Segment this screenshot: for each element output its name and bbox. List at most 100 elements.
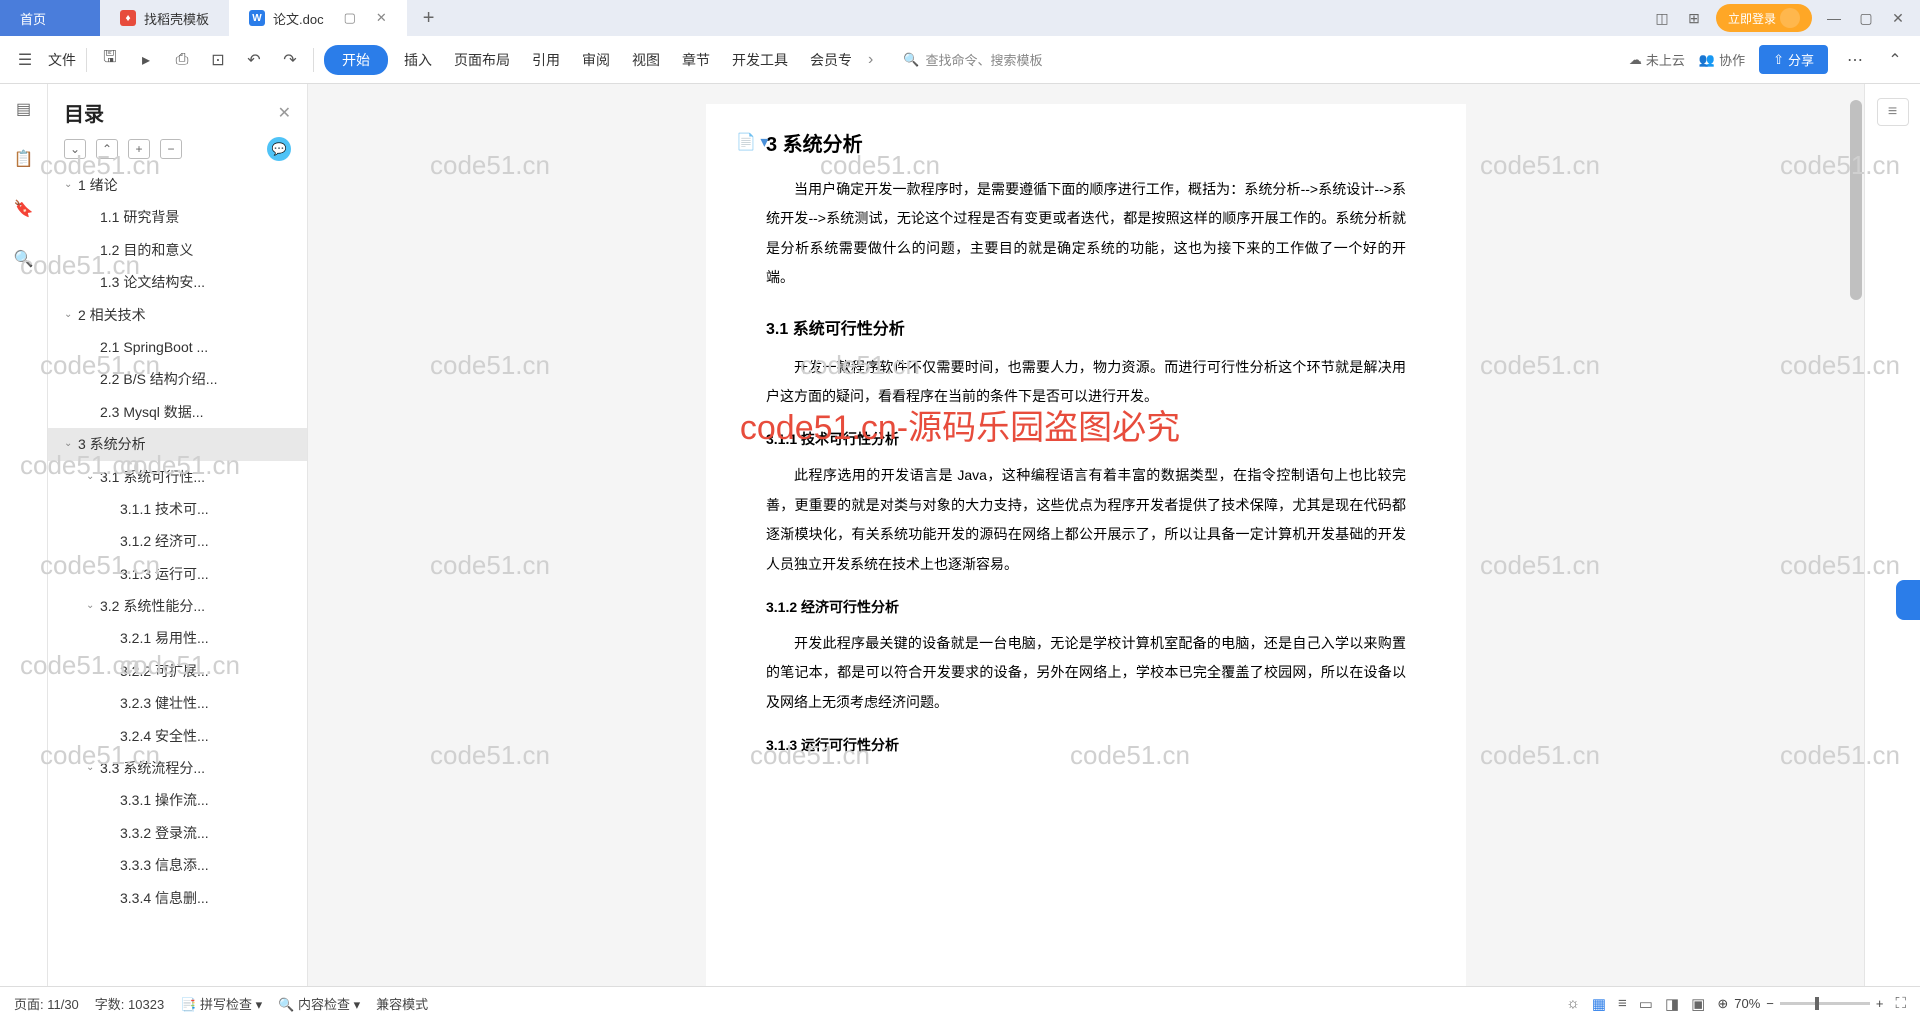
- new-icon[interactable]: ▸: [133, 47, 159, 73]
- toc-item[interactable]: 2.1 SpringBoot ...: [48, 331, 307, 363]
- left-rail: ▤ 📋 🔖 🔍: [0, 84, 48, 986]
- view-full-icon[interactable]: ▣: [1691, 995, 1705, 1013]
- compat-mode[interactable]: 兼容模式: [376, 994, 428, 1013]
- view-read-icon[interactable]: ◨: [1665, 995, 1679, 1013]
- search-placeholder: 查找命令、搜索模板: [926, 50, 1043, 69]
- toc-item[interactable]: ⌄3.1 系统可行性...: [48, 461, 307, 493]
- page-indicator[interactable]: 页面: 11/30: [14, 994, 79, 1013]
- toc-item[interactable]: 1.1 研究背景: [48, 201, 307, 233]
- ribbon-reference[interactable]: 引用: [526, 50, 566, 70]
- document-viewport[interactable]: 📄 ▾ 3 系统分析 当用户确定开发一款程序时，是需要遵循下面的顺序进行工作，概…: [308, 84, 1864, 986]
- toc-item[interactable]: 3.3.3 信息添...: [48, 849, 307, 881]
- cloud-status[interactable]: ☁ 未上云: [1629, 50, 1685, 69]
- menu-icon[interactable]: ☰: [12, 47, 38, 73]
- toc-item[interactable]: 3.2.3 健壮性...: [48, 687, 307, 719]
- sidebar-close-icon[interactable]: ✕: [278, 103, 291, 123]
- spell-check[interactable]: 📑 拼写检查 ▾: [180, 994, 262, 1013]
- bookmark-icon[interactable]: 🔖: [13, 198, 35, 220]
- content-check[interactable]: 🔍 内容检查 ▾: [278, 994, 360, 1013]
- apps-icon[interactable]: ⊞: [1684, 8, 1704, 28]
- toc-item[interactable]: ⌄3.2 系统性能分...: [48, 590, 307, 622]
- toc-item[interactable]: 3.2.1 易用性...: [48, 622, 307, 654]
- collapse-icon[interactable]: ⌃: [1882, 47, 1908, 73]
- zoom-in-icon[interactable]: +: [1876, 996, 1884, 1011]
- fullscreen-icon[interactable]: ⛶: [1895, 995, 1906, 1012]
- add-outline-icon[interactable]: +: [128, 139, 150, 159]
- toc-item[interactable]: 3.3.4 信息删...: [48, 882, 307, 914]
- close-icon[interactable]: ✕: [376, 10, 387, 26]
- message-icon[interactable]: 💬: [267, 137, 291, 161]
- share-button[interactable]: ⇧ 分享: [1759, 45, 1828, 74]
- present-icon[interactable]: ▢: [344, 10, 356, 26]
- ribbon-devtools[interactable]: 开发工具: [726, 50, 794, 70]
- toc-item[interactable]: 3.2.2 可扩展...: [48, 655, 307, 687]
- word-count[interactable]: 字数: 10323: [95, 994, 164, 1013]
- zoom-slider[interactable]: [1780, 1002, 1870, 1005]
- ribbon-insert[interactable]: 插入: [398, 50, 438, 70]
- scrollbar-thumb[interactable]: [1850, 100, 1862, 300]
- toc-label: 3.2.4 安全性...: [120, 725, 209, 747]
- separator: [313, 48, 314, 72]
- maximize-icon[interactable]: ▢: [1856, 8, 1876, 28]
- expand-all-icon[interactable]: ⌃: [96, 139, 118, 159]
- redo-icon[interactable]: ↷: [277, 47, 303, 73]
- zoom-control[interactable]: ⊕ 70% − +: [1717, 996, 1883, 1012]
- share-icon: ⇧: [1773, 52, 1784, 68]
- ribbon-start[interactable]: 开始: [324, 45, 388, 75]
- toc-item[interactable]: 1.3 论文结构安...: [48, 266, 307, 298]
- outline-icon[interactable]: ▤: [13, 98, 35, 120]
- login-label: 立即登录: [1728, 10, 1776, 27]
- cooperate-button[interactable]: 👥 协作: [1699, 50, 1745, 69]
- zoom-reset-icon[interactable]: ⊕: [1717, 996, 1728, 1012]
- command-search[interactable]: 🔍 查找命令、搜索模板: [903, 50, 1042, 69]
- view-web-icon[interactable]: ▭: [1639, 995, 1653, 1013]
- minimize-icon[interactable]: —: [1824, 8, 1844, 28]
- separator: [86, 48, 87, 72]
- toc-item[interactable]: ⌄3.3 系统流程分...: [48, 752, 307, 784]
- toc-label: 2.1 SpringBoot ...: [100, 336, 208, 358]
- toc-item[interactable]: ⌄3 系统分析: [48, 428, 307, 460]
- view-outline-icon[interactable]: ≡: [1618, 995, 1627, 1012]
- ribbon-view[interactable]: 视图: [626, 50, 666, 70]
- zoom-out-icon[interactable]: −: [1766, 996, 1774, 1011]
- toc-item[interactable]: 3.2.4 安全性...: [48, 720, 307, 752]
- tab-templates[interactable]: ♦ 找稻壳模板: [100, 0, 229, 36]
- toc-item[interactable]: 3.1.3 运行可...: [48, 558, 307, 590]
- ribbon-layout[interactable]: 页面布局: [448, 50, 516, 70]
- login-button[interactable]: 立即登录: [1716, 4, 1812, 32]
- paragraph: 当用户确定开发一款程序时，是需要遵循下面的顺序进行工作，概括为：系统分析-->系…: [766, 175, 1406, 293]
- print-icon[interactable]: ⎙: [169, 47, 195, 73]
- toc-item[interactable]: 3.3.1 操作流...: [48, 784, 307, 816]
- toc-item[interactable]: ⌄2 相关技术: [48, 299, 307, 331]
- page-insert-icon[interactable]: 📄 ▾: [736, 132, 768, 152]
- toc-item[interactable]: 3.1.2 经济可...: [48, 525, 307, 557]
- toc-item[interactable]: 3.1.1 技术可...: [48, 493, 307, 525]
- view-page-icon[interactable]: ▦: [1592, 995, 1606, 1013]
- more-icon[interactable]: ⋯: [1842, 47, 1868, 73]
- undo-icon[interactable]: ↶: [241, 47, 267, 73]
- chevron-right-icon[interactable]: ›: [868, 51, 873, 69]
- ribbon-member[interactable]: 会员专: [804, 50, 858, 70]
- preview-icon[interactable]: ⊡: [205, 47, 231, 73]
- bright-icon[interactable]: ☼: [1566, 995, 1580, 1012]
- toc-item[interactable]: ⌄1 绪论: [48, 169, 307, 201]
- tab-home[interactable]: 首页: [0, 0, 100, 36]
- file-menu[interactable]: 文件: [48, 50, 76, 70]
- toc-item[interactable]: 1.2 目的和意义: [48, 234, 307, 266]
- toc-item[interactable]: 2.2 B/S 结构介绍...: [48, 363, 307, 395]
- right-panel-toggle[interactable]: ≡: [1877, 98, 1909, 126]
- save-icon[interactable]: 🖫: [97, 47, 123, 73]
- search-rail-icon[interactable]: 🔍: [13, 248, 35, 270]
- layout-icon[interactable]: ◫: [1652, 8, 1672, 28]
- toc-item[interactable]: 3.3.2 登录流...: [48, 817, 307, 849]
- remove-outline-icon[interactable]: −: [160, 139, 182, 159]
- add-tab-button[interactable]: +: [407, 7, 451, 30]
- toc-item[interactable]: 2.3 Mysql 数据...: [48, 396, 307, 428]
- side-tab[interactable]: [1896, 580, 1920, 620]
- clipboard-icon[interactable]: 📋: [13, 148, 35, 170]
- ribbon-chapter[interactable]: 章节: [676, 50, 716, 70]
- collapse-all-icon[interactable]: ⌄: [64, 139, 86, 159]
- tab-document[interactable]: W 论文.doc ▢ ✕: [229, 0, 407, 36]
- ribbon-review[interactable]: 审阅: [576, 50, 616, 70]
- close-window-icon[interactable]: ✕: [1888, 8, 1908, 28]
